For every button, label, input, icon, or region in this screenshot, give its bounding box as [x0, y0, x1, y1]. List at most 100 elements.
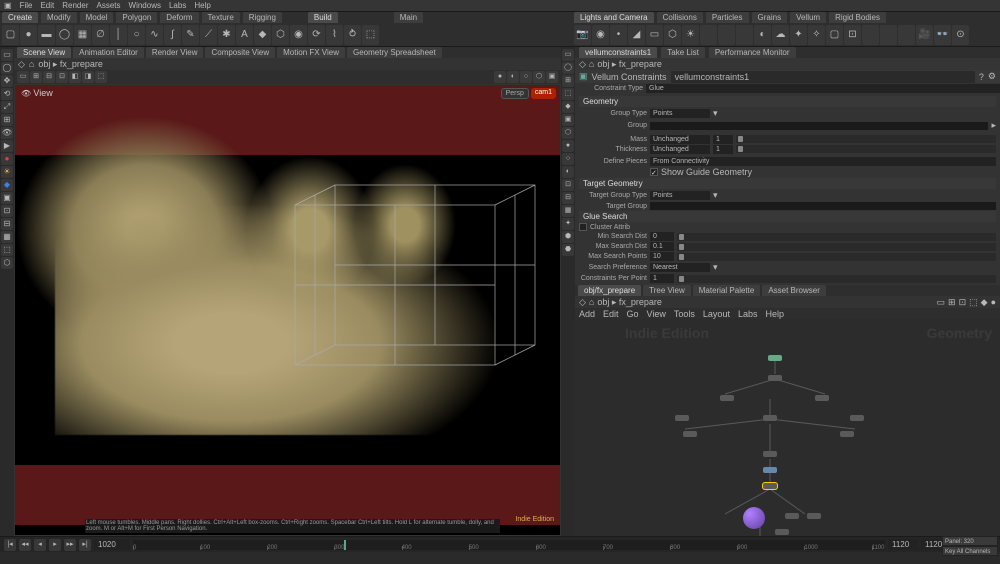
net-tool-6[interactable]: ● [991, 297, 996, 307]
shelf-item[interactable]: ⬡ [272, 25, 289, 45]
net-menu-view[interactable]: View [647, 309, 666, 319]
vp-shade-2[interactable]: ◐ [507, 71, 519, 83]
rvt-2[interactable]: ◯ [562, 62, 574, 74]
slider-max-dist[interactable] [677, 243, 996, 251]
network-node[interactable] [763, 451, 777, 457]
net-tool-2[interactable]: ⊞ [948, 297, 956, 308]
param-tab-perf[interactable]: Performance Monitor [709, 47, 796, 58]
range-end-field[interactable]: 1120 [888, 539, 918, 550]
shelf-item[interactable]: ⟳ [308, 25, 325, 45]
net-menu-add[interactable]: Add [579, 309, 595, 319]
tool-b-icon[interactable]: ⊡ [1, 205, 13, 217]
shelf-item[interactable] [736, 25, 753, 45]
net-menu-labs[interactable]: Labs [738, 309, 758, 319]
shelf-item[interactable]: ✦ [790, 25, 807, 45]
shelf-item[interactable]: ◆ [254, 25, 271, 45]
net-menu-go[interactable]: Go [627, 309, 639, 319]
checkbox-cluster[interactable] [579, 223, 587, 231]
shelf-tab-create[interactable]: Create [2, 12, 38, 23]
input-cpp[interactable]: 1 [650, 274, 674, 283]
shelf-item[interactable]: ☁ [772, 25, 789, 45]
shelf-item[interactable]: ⟋ [200, 25, 217, 45]
shelf-tab-model[interactable]: Model [80, 12, 114, 23]
rvt-5[interactable]: ◆ [562, 101, 574, 113]
vp-shade-1[interactable]: ● [494, 71, 506, 83]
input-constraint-type[interactable]: Glue [646, 84, 1000, 93]
timeline-track[interactable]: 010020030040050060070080090010001100 [133, 540, 885, 550]
shelf-item[interactable]: ∅ [92, 25, 109, 45]
shelf-tab-rigging[interactable]: Rigging [243, 12, 282, 23]
shelf-item[interactable]: ⬚ [362, 25, 379, 45]
rvt-3[interactable]: ⊞ [562, 75, 574, 87]
viewport-3d[interactable]: View Persp cam1 Indie Edition Left mouse… [14, 84, 561, 536]
rvt-1[interactable]: ▭ [562, 49, 574, 61]
shelf-item[interactable] [862, 25, 879, 45]
menu-windows[interactable]: Windows [129, 1, 161, 10]
tool-geo-icon[interactable]: ◆ [1, 179, 13, 191]
param-tab-takes[interactable]: Take List [661, 47, 705, 58]
rvt-8[interactable]: ● [562, 140, 574, 152]
shelf-item[interactable]: │ [110, 25, 127, 45]
tool-scale-icon[interactable]: ⤢ [1, 101, 13, 113]
chevron-down-icon[interactable]: ▾ [713, 190, 718, 201]
input-search-pref[interactable]: Nearest [650, 263, 710, 272]
shelf-item[interactable]: ▦ [74, 25, 91, 45]
shelf-item[interactable]: 🎥 [916, 25, 933, 45]
tab-anim-editor[interactable]: Animation Editor [73, 47, 144, 58]
rvt-12[interactable]: ⊟ [562, 192, 574, 204]
section-geometry[interactable]: Geometry [579, 96, 996, 107]
network-node[interactable] [768, 355, 782, 361]
shelf-item[interactable]: ∫ [164, 25, 181, 45]
vp-tool-5[interactable]: ◧ [69, 71, 81, 83]
menu-file[interactable]: File [20, 1, 33, 10]
tool-render-icon[interactable]: ▶ [1, 140, 13, 152]
tab-geo-spread[interactable]: Geometry Spreadsheet [347, 47, 442, 58]
tool-move-icon[interactable]: ✥ [1, 75, 13, 87]
shelf-item[interactable]: ▬ [38, 25, 55, 45]
checkbox-show-guide[interactable] [650, 168, 658, 176]
rvt-9[interactable]: ○ [562, 153, 574, 165]
tool-rotate-icon[interactable]: ⟲ [1, 88, 13, 100]
vp-shade-3[interactable]: ○ [520, 71, 532, 83]
desktop-tab-build[interactable]: Build [308, 12, 338, 23]
net-tool-1[interactable]: ▭ [937, 297, 946, 308]
input-max-dist[interactable]: 0.1 [650, 242, 674, 251]
input-mass-mode[interactable]: Unchanged [650, 135, 710, 144]
shelf-tab-collisions[interactable]: Collisions [657, 12, 703, 23]
shelf-item[interactable]: ◢ [628, 25, 645, 45]
tab-render-view[interactable]: Render View [146, 47, 204, 58]
net-menu-help[interactable]: Help [765, 309, 784, 319]
picker-icon[interactable]: ▸ [991, 120, 996, 131]
net-menu-edit[interactable]: Edit [603, 309, 619, 319]
tool-d-icon[interactable]: ▦ [1, 231, 13, 243]
play-back-icon[interactable]: ◂ [34, 539, 46, 551]
section-glue-search[interactable]: Glue Search [579, 211, 996, 222]
input-max-pts[interactable]: 10 [650, 252, 674, 261]
play-prev-icon[interactable]: ◂◂ [19, 539, 31, 551]
vp-tool-7[interactable]: ⬚ [95, 71, 107, 83]
key-all-button[interactable]: Key All Channels [942, 546, 998, 556]
slider-thickness[interactable] [736, 145, 996, 153]
network-node[interactable] [768, 375, 782, 381]
slider-mass[interactable] [736, 135, 996, 143]
shelf-item[interactable]: ✎ [182, 25, 199, 45]
rvt-6[interactable]: ▣ [562, 114, 574, 126]
shelf-item[interactable]: ✱ [218, 25, 235, 45]
network-node-output[interactable] [743, 507, 765, 529]
network-node[interactable] [683, 431, 697, 437]
network-node[interactable] [840, 431, 854, 437]
input-mass-val[interactable]: 1 [713, 135, 733, 144]
help-icon[interactable]: ? [979, 72, 984, 82]
shelf-item[interactable]: ◯ [56, 25, 73, 45]
network-path[interactable]: obj ▸ fx_prepare [597, 297, 662, 308]
shelf-item[interactable] [700, 25, 717, 45]
shelf-item[interactable]: ▢ [826, 25, 843, 45]
shelf-tab-lights[interactable]: Lights and Camera [574, 12, 654, 23]
tool-c-icon[interactable]: ⊟ [1, 218, 13, 230]
shelf-item[interactable]: ✧ [808, 25, 825, 45]
vp-shade-5[interactable]: ▣ [546, 71, 558, 83]
input-min-dist[interactable]: 0 [650, 232, 674, 241]
menu-edit[interactable]: Edit [40, 1, 54, 10]
shelf-tab-grains[interactable]: Grains [752, 12, 788, 23]
node-name-field[interactable]: vellumconstraints1 [671, 71, 975, 83]
